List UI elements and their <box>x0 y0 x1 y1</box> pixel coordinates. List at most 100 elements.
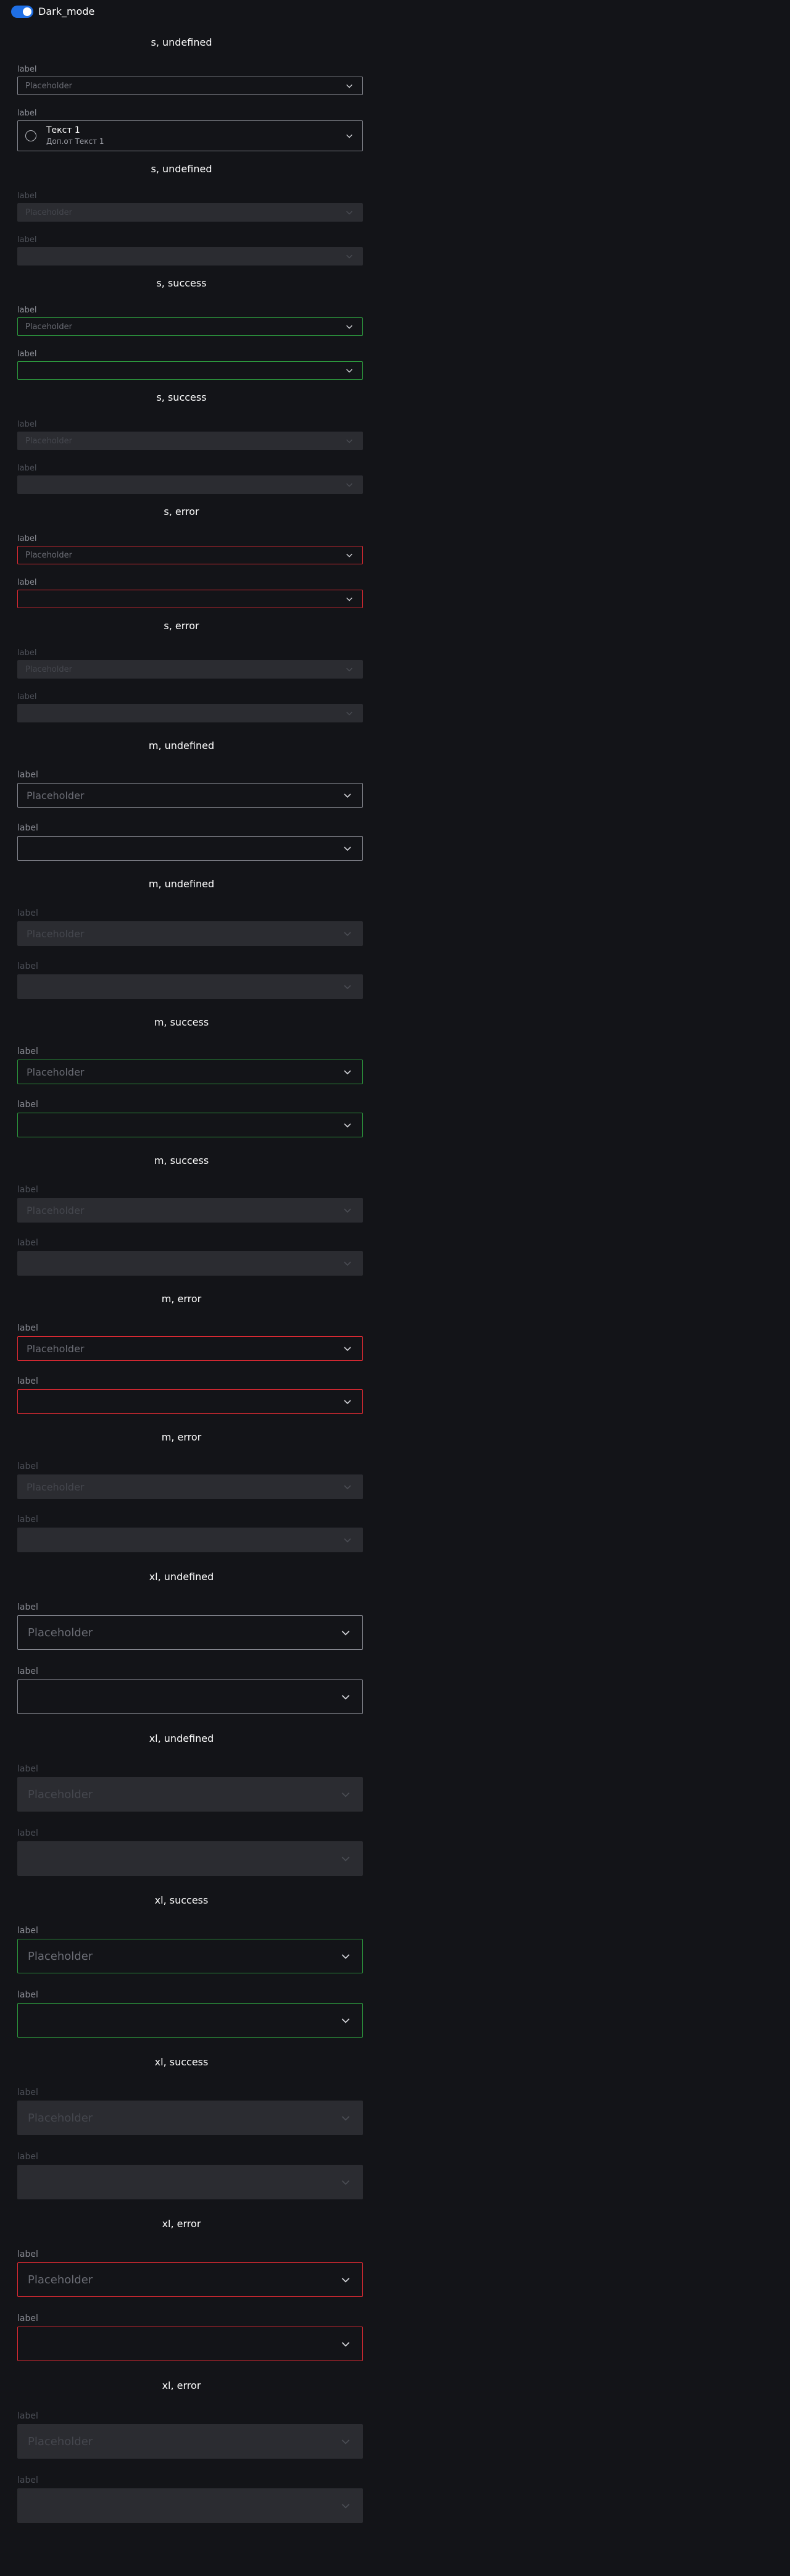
toggle-knob <box>23 7 31 16</box>
section-s: s, undefined label Placeholder label Текст 1… <box>0 36 363 151</box>
section-title: m, success <box>154 1155 209 1166</box>
select-field[interactable]: Текст 1 Доп.от Текст 1 <box>17 120 363 151</box>
section-xl: xl, error label Placeholder label <box>0 2218 363 2361</box>
field-label: label <box>17 534 37 543</box>
field-label: label <box>17 1515 38 1524</box>
select-field <box>17 974 363 999</box>
select-field: Placeholder <box>17 2101 363 2135</box>
section-title: xl, success <box>154 2056 209 2068</box>
section-xl: xl, success label Placeholder label <box>0 1894 363 2038</box>
section-xl: xl, undefined label Placeholder label <box>0 1571 363 1714</box>
field-label: label <box>17 349 37 359</box>
field-label: label <box>17 2411 38 2421</box>
field-label: label <box>17 191 37 201</box>
section-title: xl, error <box>162 2218 201 2230</box>
select-field <box>17 2488 363 2523</box>
select-field[interactable] <box>17 1113 363 1137</box>
field-label: label <box>17 2314 38 2323</box>
field-label: label <box>17 420 37 429</box>
section-s: s, error label Placeholder label <box>0 506 363 608</box>
select-field[interactable]: Placeholder <box>17 1060 363 1084</box>
field-label: label <box>17 1238 38 1248</box>
dark-mode-toggle[interactable] <box>11 6 33 18</box>
select-field[interactable] <box>17 2003 363 2038</box>
select-field <box>17 475 363 494</box>
field-label: label <box>17 1926 38 1936</box>
section-title: s, success <box>156 391 207 403</box>
option-subtitle: Доп.от Текст 1 <box>46 137 104 146</box>
placeholder-text: Placeholder <box>27 1342 85 1355</box>
section-xl-disabled: xl, error label Placeholder label <box>0 2380 363 2523</box>
field-label: label <box>17 2152 38 2162</box>
section-title: xl, error <box>162 2380 201 2391</box>
section-title: s, error <box>164 506 199 517</box>
radio-icon <box>25 130 36 141</box>
section-xl-disabled: xl, undefined label Placeholder label <box>0 1733 363 1876</box>
field-label: label <box>17 1602 38 1612</box>
select-field: Placeholder <box>17 1198 363 1223</box>
section-m: m, undefined label Placeholder label <box>0 740 363 861</box>
field-label: label <box>17 65 37 74</box>
placeholder-text: Placeholder <box>27 1481 85 1493</box>
field-label: label <box>17 2475 38 2485</box>
placeholder-text: Placeholder <box>27 1204 85 1216</box>
section-s: s, success label Placeholder label <box>0 277 363 380</box>
field-label: label <box>17 2249 38 2259</box>
placeholder-text: Placeholder <box>27 927 85 940</box>
section-title: s, success <box>156 277 207 289</box>
placeholder-text: Placeholder <box>28 1788 93 1801</box>
select-field[interactable]: Placeholder <box>17 1615 363 1650</box>
select-field: Placeholder <box>17 921 363 946</box>
section-title: m, success <box>154 1016 209 1028</box>
placeholder-text: Placeholder <box>25 322 72 332</box>
select-field[interactable]: Placeholder <box>17 77 363 95</box>
dark-mode-label: Dark_mode <box>38 6 95 17</box>
section-m: m, success label Placeholder label <box>0 1016 363 1137</box>
section-xl-disabled: xl, success label Placeholder label <box>0 2056 363 2199</box>
placeholder-text: Placeholder <box>25 81 72 91</box>
section-title: xl, undefined <box>149 1571 214 1583</box>
field-label: label <box>17 464 37 473</box>
placeholder-text: Placeholder <box>28 1949 93 1963</box>
select-field[interactable] <box>17 361 363 380</box>
option-title: Текст 1 <box>46 125 80 135</box>
select-field[interactable] <box>17 590 363 608</box>
select-field <box>17 1528 363 1552</box>
field-label: label <box>17 770 38 780</box>
select-field[interactable]: Placeholder <box>17 1939 363 1973</box>
section-title: m, error <box>161 1431 202 1443</box>
field-label: label <box>17 823 38 833</box>
field-label: label <box>17 1376 38 1386</box>
select-field[interactable] <box>17 1389 363 1414</box>
select-field: Placeholder <box>17 660 363 679</box>
field-label: label <box>17 2088 38 2097</box>
select-field <box>17 1251 363 1276</box>
section-s-disabled: s, undefined label Placeholder label <box>0 163 363 266</box>
field-label: label <box>17 1666 38 1676</box>
section-title: m, undefined <box>148 878 215 890</box>
section-m-disabled: m, success label Placeholder label <box>0 1155 363 1276</box>
select-field[interactable]: Placeholder <box>17 783 363 808</box>
select-field <box>17 2165 363 2199</box>
section-title: m, undefined <box>148 740 215 751</box>
select-field[interactable] <box>17 836 363 861</box>
field-label: label <box>17 692 37 701</box>
top-bar: Dark_mode <box>0 0 790 25</box>
field-label: label <box>17 1185 38 1195</box>
select-field[interactable]: Placeholder <box>17 1336 363 1361</box>
field-label: label <box>17 908 38 918</box>
select-field[interactable]: Placeholder <box>17 317 363 336</box>
section-title: s, error <box>164 620 199 632</box>
section-m: m, error label Placeholder label <box>0 1293 363 1414</box>
field-label: label <box>17 578 37 587</box>
select-field[interactable] <box>17 1679 363 1714</box>
section-title: m, error <box>161 1293 202 1305</box>
select-field[interactable] <box>17 2327 363 2361</box>
placeholder-text: Placeholder <box>25 664 72 674</box>
select-field[interactable]: Placeholder <box>17 2262 363 2297</box>
select-field: Placeholder <box>17 1777 363 1812</box>
section-title: s, undefined <box>151 163 212 175</box>
select-field[interactable]: Placeholder <box>17 546 363 564</box>
placeholder-text: Placeholder <box>28 2435 93 2448</box>
section-title: xl, undefined <box>149 1733 214 1744</box>
